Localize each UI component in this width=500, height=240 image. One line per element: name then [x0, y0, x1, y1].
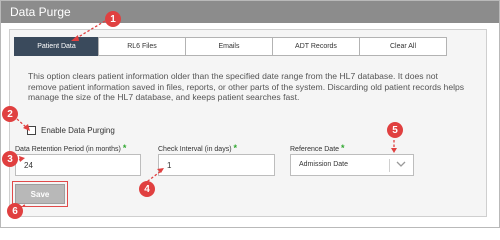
callout-3: 3: [2, 151, 18, 167]
callout-2: 2: [2, 106, 18, 122]
callout-arrows: [14, 20, 397, 207]
callout-6: 6: [7, 203, 23, 219]
callout-4: 4: [139, 181, 155, 197]
callout-5: 5: [387, 122, 403, 138]
callout-1: 1: [105, 11, 121, 27]
data-purge-window: Data Purge Patient Data RL6 Files Emails…: [0, 0, 500, 228]
